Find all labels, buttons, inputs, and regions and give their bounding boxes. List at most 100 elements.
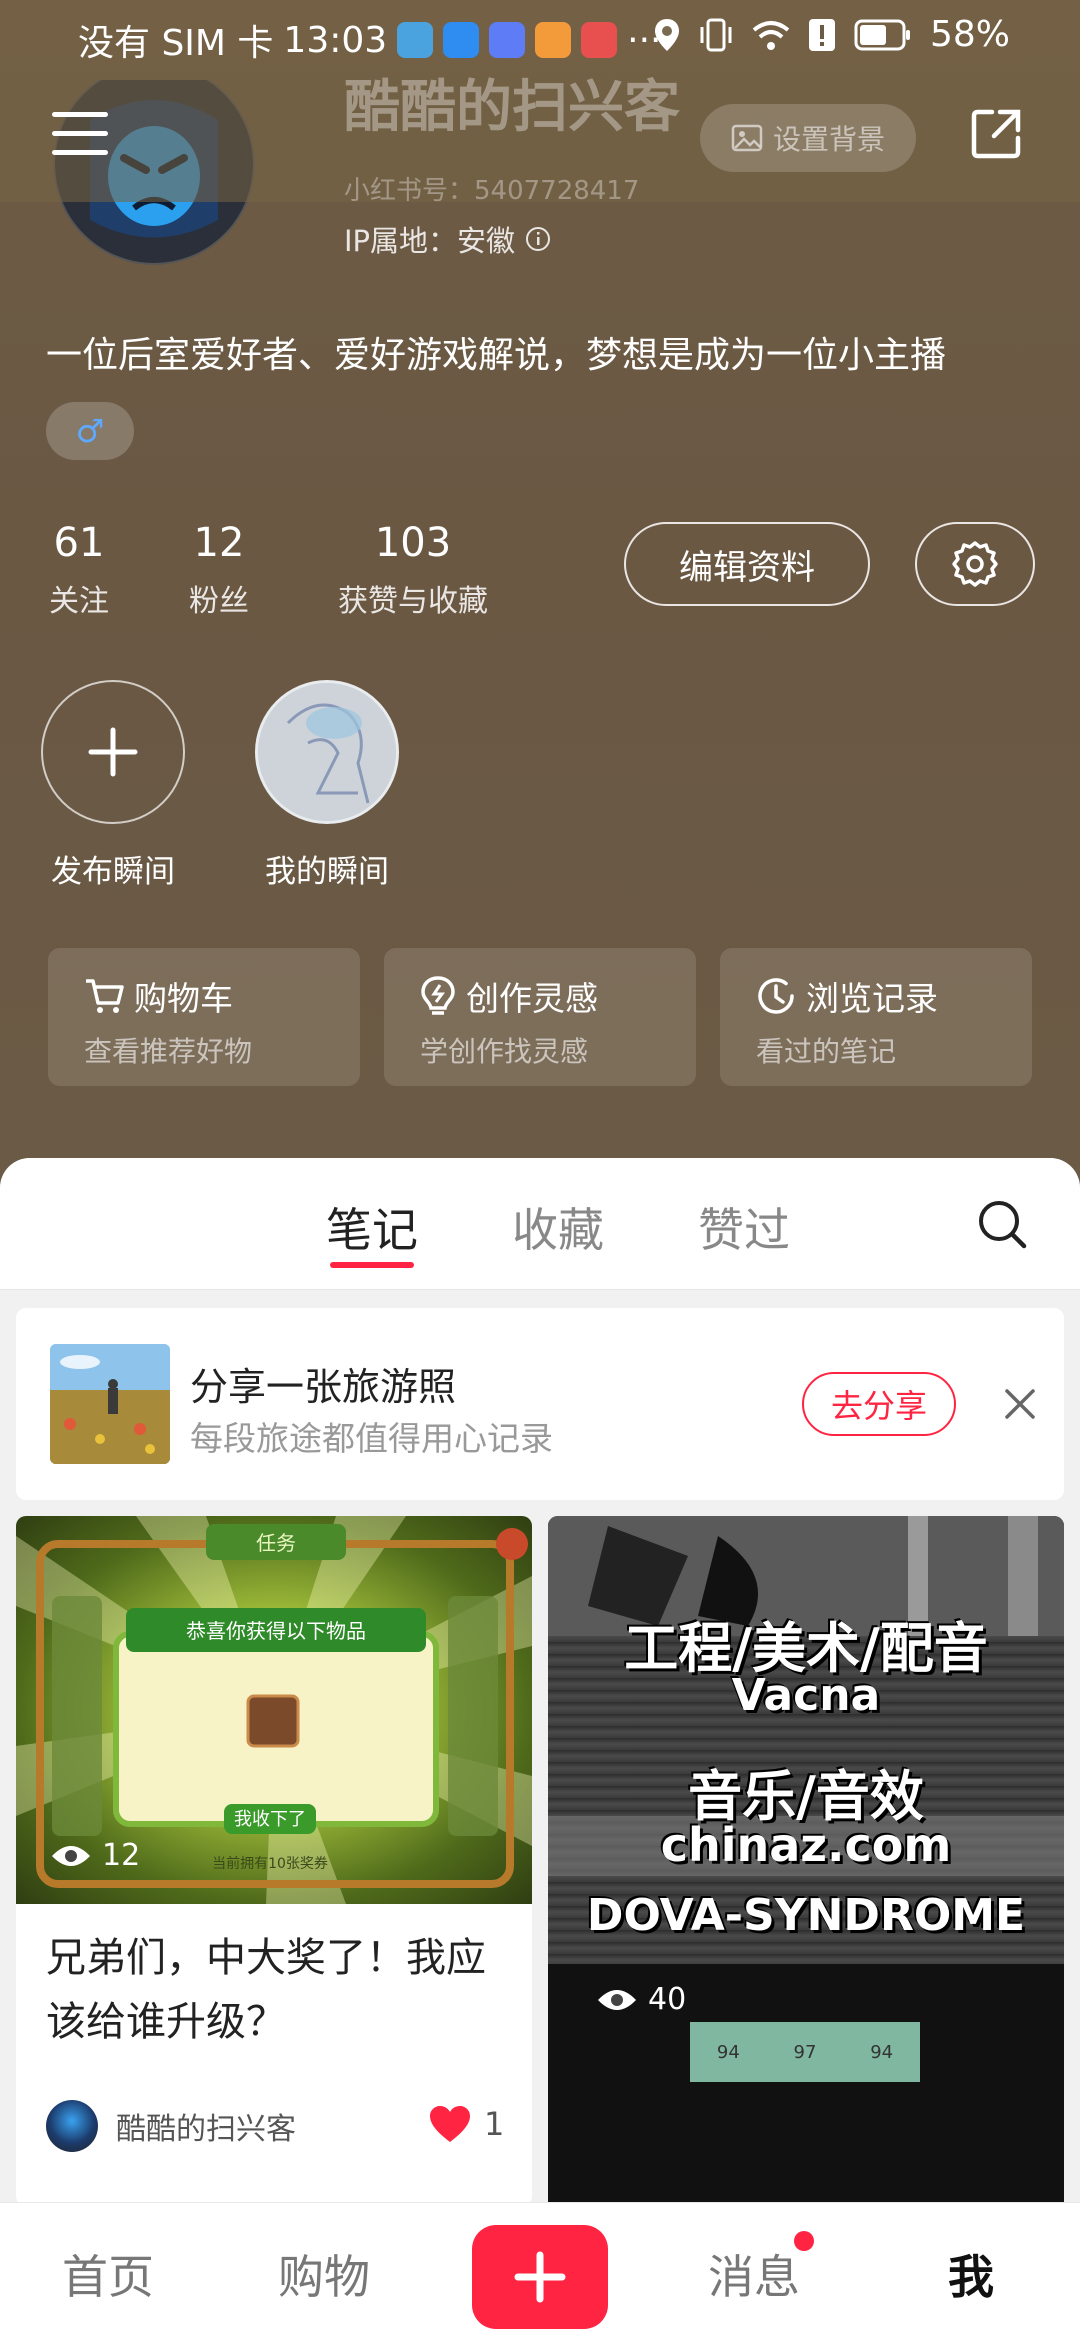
note-cover-image: 工程/美术/配音 Vacna 音乐/音效 chinaz.com DOVA-SYN… [548, 1516, 1064, 2218]
shortcut-subtitle: 学创作找灵感 [420, 1035, 589, 1068]
stat-following[interactable]: 61 关注 [44, 520, 114, 620]
my-moment-thumbnail[interactable] [255, 680, 399, 824]
author-avatar [46, 2100, 98, 2152]
settings-button[interactable] [915, 522, 1035, 606]
shortcut-browse-history[interactable]: 浏览记录 看过的笔记 [720, 948, 1032, 1086]
following-label: 关注 [49, 584, 109, 619]
shortcut-title: 购物车 [134, 979, 233, 1018]
game-banner-text: 恭喜你获得以下物品 [186, 1619, 366, 1643]
game-header-text: 任务 [256, 1531, 296, 1555]
shortcut-subtitle: 查看推荐好物 [84, 1035, 253, 1068]
go-share-button[interactable]: 去分享 [802, 1372, 956, 1436]
vibrate-icon [700, 18, 732, 51]
stat-value: 94 [870, 2041, 894, 2063]
video-icon [535, 22, 572, 58]
view-count-text: 12 [102, 1838, 141, 1873]
notes-panel: 笔记 收藏 赞过 分享一张旅游照 每段旅途都值得用心记录 去分享 任务 恭喜你获… [0, 1158, 1080, 2218]
note-author[interactable]: 酷酷的扫兴客 [46, 2100, 296, 2152]
stat-fans[interactable]: 12 粉丝 [184, 520, 254, 620]
alert-icon [808, 18, 835, 51]
publish-moment[interactable]: 发布瞬间 [38, 680, 188, 891]
set-background-button[interactable]: 设置背景 [700, 104, 916, 172]
edit-profile-button[interactable]: 编辑资料 [624, 522, 870, 606]
weather-icon [443, 22, 480, 58]
share-card-subtitle: 每段旅途都值得用心记录 [190, 1419, 553, 1458]
nav-messages[interactable]: 消息 [708, 2241, 800, 2307]
nav-me[interactable]: 我 [948, 2241, 994, 2307]
menu-icon[interactable] [52, 112, 108, 156]
shortcut-creative-inspiration[interactable]: 创作灵感 学创作找灵感 [384, 948, 696, 1086]
battery-icon [854, 19, 910, 50]
search-icon[interactable] [976, 1198, 1028, 1250]
clock-icon [758, 978, 794, 1014]
image-icon [731, 124, 763, 152]
like-count: 1 [484, 2105, 505, 2143]
my-moments-label: 我的瞬间 [265, 854, 389, 890]
set-background-label: 设置背景 [772, 123, 885, 156]
add-moment-button[interactable] [41, 680, 185, 824]
ip-location-text: IP属地：安徽 [344, 224, 516, 258]
tab-liked[interactable]: 赞过 [698, 1194, 790, 1260]
share-card-title: 分享一张旅游照 [190, 1365, 457, 1409]
battery-text: 58% [929, 14, 1010, 55]
game-footer-text: 当前拥有10张奖券 [212, 1855, 328, 1872]
stat-likes-collects[interactable]: 103 获赞与收藏 [330, 520, 496, 620]
stat-value: 94 [716, 2041, 740, 2063]
credit-text: chinaz.com [660, 1818, 952, 1872]
travel-photo-thumbnail [50, 1344, 170, 1464]
view-count: 12 [50, 1838, 140, 1873]
share-travel-card[interactable]: 分享一张旅游照 每段旅途都值得用心记录 去分享 [16, 1308, 1064, 1500]
xhs-id[interactable]: 小红书号：5407728417 [344, 170, 639, 207]
plus-icon [514, 2251, 566, 2303]
tab-collections[interactable]: 收藏 [512, 1194, 604, 1260]
likes-label: 获赞与收藏 [338, 584, 488, 619]
profile-header: 没有 SIM 卡 13:03 ··· 58% 酷酷的扫兴客 设置背景 小红书号：… [0, 0, 1080, 1200]
eye-icon [598, 1989, 636, 2010]
note-card[interactable]: 任务 恭喜你获得以下物品 我收下了 当前拥有10张奖券 12 兄弟们，中大奖了！… [16, 1516, 532, 2206]
ip-location: IP属地：安徽 [344, 218, 551, 260]
game-claim-text: 我收下了 [234, 1809, 306, 1830]
fans-count: 12 [193, 520, 245, 566]
like-button[interactable]: 1 [428, 2104, 504, 2144]
bulb-icon [421, 976, 455, 1015]
tab-notes[interactable]: 笔记 [326, 1194, 418, 1260]
carrier-text: 没有 SIM 卡 [78, 23, 274, 64]
author-name: 酷酷的扫兴客 [116, 2112, 296, 2147]
wifi-icon [752, 20, 790, 50]
cart-icon [86, 979, 124, 1013]
bottom-nav: 首页 购物 消息 我 [0, 2202, 1080, 2340]
view-count-text: 40 [648, 1982, 687, 2017]
gender-badge: ♂ [46, 402, 134, 460]
publish-moment-label: 发布瞬间 [51, 854, 175, 890]
note-title: 兄弟们，中大奖了！我应该给谁升级？ [46, 1935, 486, 2045]
book-icon [581, 22, 618, 58]
credit-text: DOVA-SYNDROME [586, 1890, 1026, 1941]
music-icon [489, 22, 526, 58]
credit-text: Vacna [731, 1670, 881, 1721]
publish-button[interactable] [472, 2225, 608, 2329]
active-tab-indicator [330, 1262, 414, 1268]
profile-tabs: 笔记 收藏 赞过 [0, 1158, 1080, 1290]
clock-text: 13:03 [283, 19, 388, 61]
game-status-bar: 94 97 94 [690, 2022, 920, 2082]
my-moments[interactable]: 我的瞬间 [252, 680, 402, 891]
profile-bio[interactable]: 一位后室爱好者、爱好游戏解说，梦想是成为一位小主播 [46, 326, 946, 378]
share-icon[interactable] [968, 106, 1024, 162]
shortcut-title: 浏览记录 [806, 979, 938, 1018]
shortcut-shopping-cart[interactable]: 购物车 查看推荐好物 [48, 948, 360, 1086]
nav-shopping[interactable]: 购物 [278, 2241, 370, 2307]
likes-count: 103 [374, 520, 452, 566]
male-icon: ♂ [75, 412, 105, 450]
location-icon [654, 18, 679, 51]
note-card[interactable]: 工程/美术/配音 Vacna 音乐/音效 chinaz.com DOVA-SYN… [548, 1516, 1064, 2218]
shortcut-subtitle: 看过的笔记 [756, 1035, 897, 1068]
fans-label: 粉丝 [189, 584, 249, 619]
close-icon[interactable] [1004, 1388, 1036, 1420]
app-notify-icon [397, 22, 434, 58]
eye-icon [52, 1845, 90, 1866]
info-icon[interactable] [525, 226, 551, 252]
following-count: 61 [53, 520, 105, 566]
gear-icon [952, 541, 998, 587]
nav-home[interactable]: 首页 [62, 2241, 154, 2307]
stat-value: 97 [793, 2041, 817, 2063]
